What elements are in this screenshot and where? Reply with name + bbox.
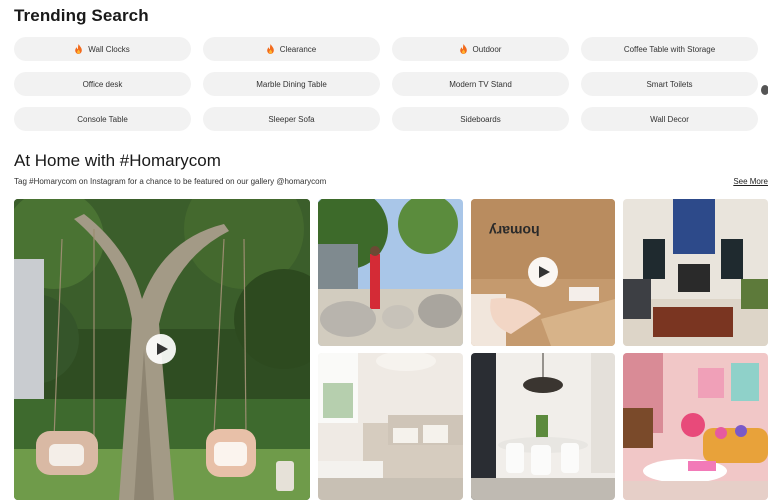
chip-label: Office desk xyxy=(82,79,123,89)
patio-lounge-image xyxy=(318,199,463,346)
chip-label: Console Table xyxy=(77,114,128,124)
play-icon xyxy=(538,266,550,278)
trending-chip-list: Wall Clocks Clearance Outdoor Coffee Tab… xyxy=(14,37,758,131)
chip-label: Marble Dining Table xyxy=(256,79,327,89)
chip-outdoor[interactable]: Outdoor xyxy=(392,37,569,61)
play-video-button[interactable] xyxy=(528,257,558,287)
fire-icon xyxy=(459,44,467,54)
chip-sleeper-sofa[interactable]: Sleeper Sofa xyxy=(203,107,380,131)
chip-label: Wall Decor xyxy=(650,114,689,124)
gallery-photo-unboxing[interactable]: homary xyxy=(471,199,615,346)
scroll-indicator[interactable] xyxy=(761,85,768,95)
chip-office-desk[interactable]: Office desk xyxy=(14,72,191,96)
chip-label: Modern TV Stand xyxy=(449,79,512,89)
chip-label: Outdoor xyxy=(472,44,502,54)
chip-modern-tv-stand[interactable]: Modern TV Stand xyxy=(392,72,569,96)
chip-label: Sideboards xyxy=(460,114,501,124)
living-room-image xyxy=(623,199,768,346)
play-icon xyxy=(156,343,168,355)
gallery-photo-bedroom[interactable] xyxy=(318,353,463,500)
see-more-link[interactable]: See More xyxy=(733,177,768,186)
fire-icon xyxy=(75,44,83,54)
box-brand-label: homary xyxy=(489,223,540,239)
pink-lounge-image xyxy=(623,353,768,500)
gallery-photo-living-room[interactable] xyxy=(623,199,768,346)
chip-label: Coffee Table with Storage xyxy=(623,44,716,54)
gallery-title: At Home with #Homarycom xyxy=(14,151,221,170)
chip-coffee-table-with-storage[interactable]: Coffee Table with Storage xyxy=(581,37,758,61)
gallery-photo-dining-room[interactable] xyxy=(471,353,615,500)
gallery-photo-patio-lounge[interactable] xyxy=(318,199,463,346)
chip-console-table[interactable]: Console Table xyxy=(14,107,191,131)
fire-icon xyxy=(266,44,274,54)
play-video-button[interactable] xyxy=(146,334,176,364)
trending-title: Trending Search xyxy=(14,6,149,25)
chip-label: Clearance xyxy=(279,44,317,54)
chip-marble-dining-table[interactable]: Marble Dining Table xyxy=(203,72,380,96)
chip-label: Smart Toilets xyxy=(646,79,693,89)
dining-room-image xyxy=(471,353,615,500)
bedroom-image xyxy=(318,353,463,500)
chip-smart-toilets[interactable]: Smart Toilets xyxy=(581,72,758,96)
chip-clearance[interactable]: Clearance xyxy=(203,37,380,61)
gallery-photo-pink-lounge[interactable] xyxy=(623,353,768,500)
gallery-photo-garden-swings[interactable] xyxy=(14,199,310,500)
chip-wall-decor[interactable]: Wall Decor xyxy=(581,107,758,131)
chip-label: Sleeper Sofa xyxy=(268,114,315,124)
chip-wall-clocks[interactable]: Wall Clocks xyxy=(14,37,191,61)
chip-sideboards[interactable]: Sideboards xyxy=(392,107,569,131)
chip-label: Wall Clocks xyxy=(88,44,130,54)
gallery-subtitle: Tag #Homarycom on Instagram for a chance… xyxy=(14,177,327,186)
